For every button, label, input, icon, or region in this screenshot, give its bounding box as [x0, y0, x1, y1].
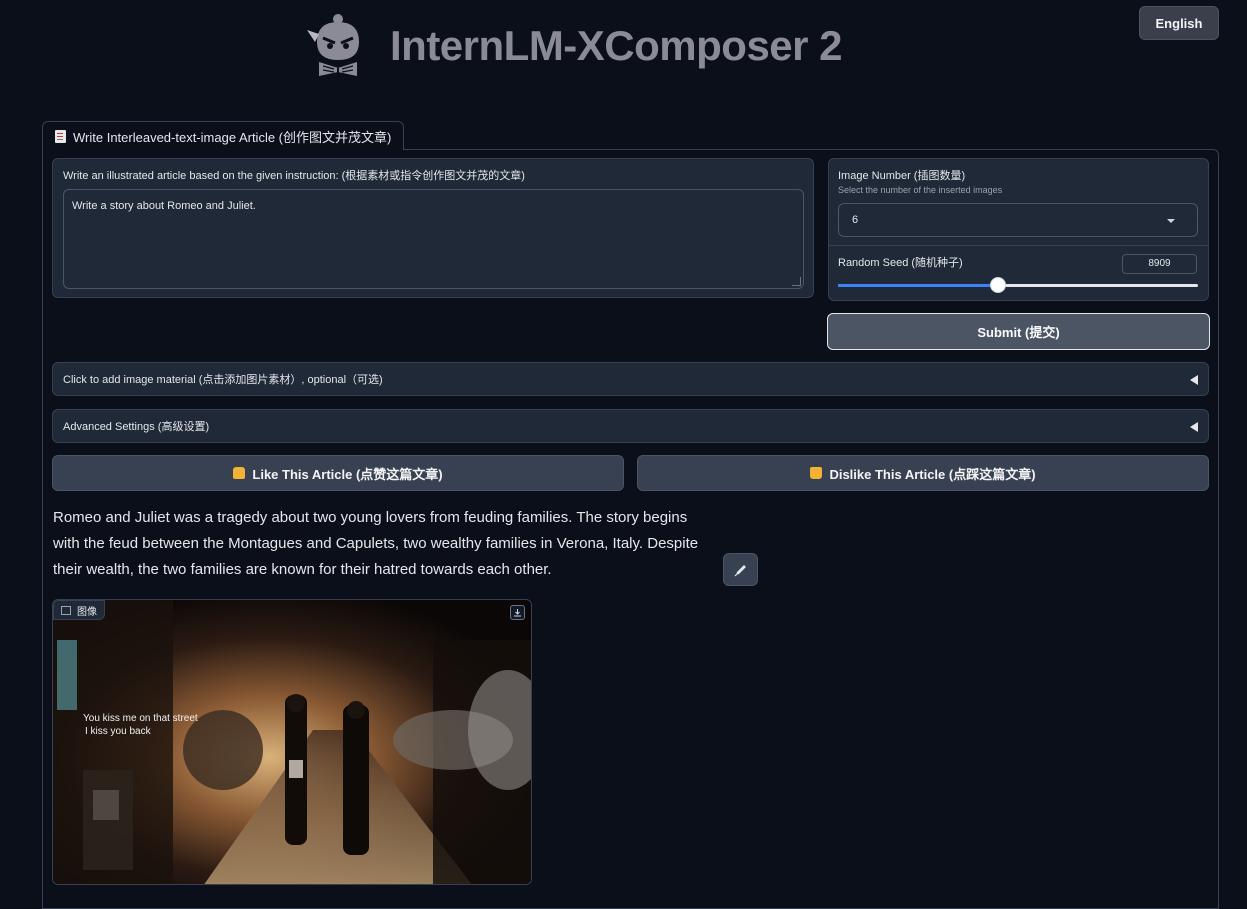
logo-icon: [305, 12, 375, 78]
download-button[interactable]: [510, 605, 525, 620]
advanced-settings-accordion[interactable]: Advanced Settings (高级设置): [52, 409, 1209, 443]
image-label: 图像: [77, 606, 97, 618]
dislike-label: Dislike This Article (点踩这篇文章): [829, 466, 1036, 482]
image-material-label: Click to add image material (点击添加图片素材）, …: [63, 374, 383, 386]
tab-label: Write Interleaved-text-image Article (创作…: [73, 129, 392, 145]
divider: [829, 245, 1208, 246]
like-button[interactable]: Like This Article (点赞这篇文章): [52, 455, 624, 491]
instruction-value: Write a story about Romeo and Juliet.: [72, 200, 256, 212]
tab-write-article[interactable]: Write Interleaved-text-image Article (创作…: [42, 121, 405, 150]
language-button[interactable]: English: [1139, 6, 1219, 40]
random-seed-slider[interactable]: [838, 277, 1198, 293]
download-icon: [514, 609, 521, 617]
caption-line-2: I kiss you back: [85, 726, 151, 737]
generated-image: [52, 599, 532, 885]
instruction-textarea[interactable]: Write a story about Romeo and Juliet.: [63, 189, 804, 289]
dislike-button[interactable]: Dislike This Article (点踩这篇文章): [637, 455, 1209, 491]
pencil-icon: [734, 564, 746, 576]
caption-line-1: You kiss me on that street: [83, 713, 198, 724]
image-number-dropdown[interactable]: 6: [838, 203, 1198, 237]
image-caption: You kiss me on that street I kiss you ba…: [83, 712, 198, 738]
article-paragraph: Romeo and Juliet was a tragedy about two…: [53, 509, 699, 578]
instruction-label: Write an illustrated article based on th…: [63, 170, 525, 182]
like-label: Like This Article (点赞这篇文章): [252, 466, 443, 482]
triangle-left-icon: [1190, 422, 1198, 432]
random-seed-label: Random Seed (随机种子): [838, 257, 963, 269]
triangle-left-icon: [1190, 375, 1198, 385]
submit-button[interactable]: Submit (提交): [827, 313, 1210, 350]
random-seed-input[interactable]: 8909: [1122, 254, 1197, 274]
image-number-label: Image Number (插图数量): [838, 170, 966, 182]
slider-fill: [838, 284, 998, 287]
image-number-value: 6: [852, 214, 859, 226]
resize-handle-icon[interactable]: [792, 277, 801, 286]
thumbs-up-icon: [233, 467, 246, 479]
slider-thumb[interactable]: [990, 277, 1006, 293]
chevron-down-icon: [1167, 219, 1175, 223]
image-label-chip: 图像: [53, 600, 105, 620]
memo-icon: [55, 129, 66, 143]
thumbs-down-icon: [810, 467, 823, 479]
image-icon: [61, 605, 71, 615]
app-title: InternLM-XComposer 2: [390, 22, 843, 69]
image-number-description: Select the number of the inserted images: [838, 185, 1003, 195]
advanced-settings-label: Advanced Settings (高级设置): [63, 421, 210, 433]
image-material-accordion[interactable]: Click to add image material (点击添加图片素材）, …: [52, 362, 1209, 396]
edit-button[interactable]: [723, 553, 758, 586]
